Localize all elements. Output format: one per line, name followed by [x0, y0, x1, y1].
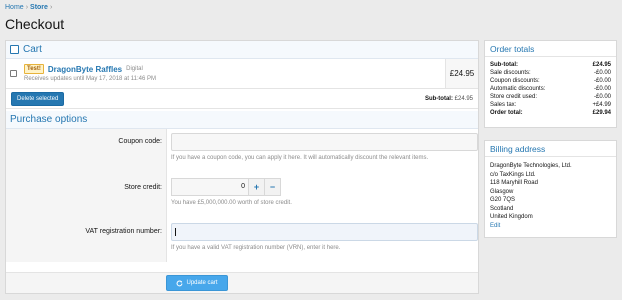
order-totals-header: Order totals [485, 41, 616, 57]
store-credit-stepper: 0 + − [171, 178, 478, 196]
cart-title: Cart [23, 44, 42, 55]
totals-label: Sales tax: [490, 102, 517, 108]
breadcrumb-home[interactable]: Home [5, 4, 24, 11]
totals-row: Sale discounts: -£0.00 [485, 69, 616, 77]
store-credit-hint: You have £5,000,000.00 worth of store cr… [171, 200, 292, 206]
cart-subtotal: Sub-total: £24.95 [425, 96, 473, 102]
totals-row: Automatic discounts: -£0.00 [485, 85, 616, 93]
item-type: Digital [126, 66, 143, 72]
breadcrumb-store[interactable]: Store [30, 4, 48, 11]
address-line: G20 7QS [490, 197, 516, 203]
totals-value: -£0.00 [593, 86, 611, 92]
minus-icon[interactable]: − [265, 178, 281, 196]
totals-label: Sub-total: [490, 62, 518, 68]
checkout-main: Cart Test! DragonByte Raffles Digital Re… [5, 40, 479, 294]
select-all-checkbox[interactable] [10, 45, 19, 54]
totals-value: +£4.99 [592, 102, 611, 108]
totals-row: Sales tax: +£4.99 [485, 101, 616, 109]
totals-row: Store credit used: -£0.00 [485, 93, 616, 101]
page-title: Checkout [5, 16, 65, 32]
chevron-right-icon: › [49, 4, 53, 11]
item-update-note: Receives updates until May 17, 2018 at 1… [24, 76, 156, 82]
address-line: United Kingdom [490, 214, 533, 220]
address-line: DragonByte Technologies, Ltd. [490, 163, 572, 169]
totals-value: £29.94 [592, 110, 611, 116]
purchase-options-header: Purchase options [6, 111, 478, 129]
totals-row: Coupon discounts: -£0.00 [485, 77, 616, 85]
billing-address: DragonByte Technologies, Ltd. c/o TaxKin… [485, 157, 616, 235]
plus-icon[interactable]: + [249, 178, 265, 196]
totals-label: Store credit used: [490, 94, 538, 100]
address-line: c/o TaxKings Ltd. [490, 171, 536, 178]
store-credit-row: Store credit: 0 + − You have £5,000,000.… [6, 173, 478, 218]
vat-label: VAT registration number: [6, 218, 167, 262]
item-title-link[interactable]: DragonByte Raffles [48, 65, 122, 74]
order-totals-block: Order totals Sub-total: £24.95 Sale disco… [484, 40, 617, 128]
update-cart-button[interactable]: Update cart [166, 275, 228, 291]
totals-label: Order total: [490, 110, 523, 116]
update-cart-label: Update cart [186, 280, 218, 286]
store-credit-input[interactable]: 0 [171, 178, 249, 196]
form-submit-row: Update cart [6, 272, 478, 293]
store-credit-label: Store credit: [6, 173, 167, 218]
totals-value: £24.95 [592, 62, 611, 68]
refresh-icon [177, 280, 183, 286]
breadcrumb: Home › Store › [5, 4, 54, 11]
order-totals-list: Sub-total: £24.95 Sale discounts: -£0.00 C… [485, 57, 616, 117]
cart-item-row: Test! DragonByte Raffles Digital Receive… [6, 59, 478, 89]
vat-input[interactable] [171, 223, 478, 241]
totals-row: Sub-total: £24.95 [485, 61, 616, 69]
delete-selected-button[interactable]: Delete selected [11, 91, 65, 106]
address-line: Glasgow [490, 188, 514, 195]
item-price: £24.95 [445, 59, 478, 88]
coupon-label: Coupon code: [6, 129, 167, 173]
billing-address-block: Billing address DragonByte Technologies,… [484, 140, 617, 238]
order-total-row: Order total: £29.94 [485, 109, 616, 117]
subtotal-value: £24.95 [454, 95, 473, 102]
cart-header: Cart [6, 41, 478, 59]
totals-label: Automatic discounts: [490, 86, 546, 92]
totals-label: Coupon discounts: [490, 78, 540, 84]
address-line: Scotland [490, 205, 514, 212]
coupon-row: Coupon code: If you have a coupon code, … [6, 129, 478, 173]
totals-value: -£0.00 [593, 78, 611, 84]
cart-footer: Delete selected Sub-total: £24.95 [6, 89, 478, 109]
billing-address-header: Billing address [485, 141, 616, 157]
vat-row: VAT registration number: If you have a v… [6, 218, 478, 262]
vat-hint: If you have a valid VAT registration num… [171, 245, 341, 251]
totals-value: -£0.00 [593, 94, 611, 100]
edit-address-link[interactable]: Edit [490, 223, 500, 229]
subtotal-label: Sub-total: [424, 95, 453, 102]
chevron-right-icon: › [25, 4, 29, 11]
totals-value: -£0.00 [593, 70, 611, 76]
test-badge: Test! [24, 64, 44, 74]
address-line: 118 Maryhill Road [490, 180, 538, 186]
coupon-hint: If you have a coupon code, you can apply… [171, 155, 429, 161]
coupon-input[interactable] [171, 133, 478, 151]
item-checkbox[interactable] [9, 70, 17, 77]
totals-label: Sale discounts: [490, 70, 531, 76]
